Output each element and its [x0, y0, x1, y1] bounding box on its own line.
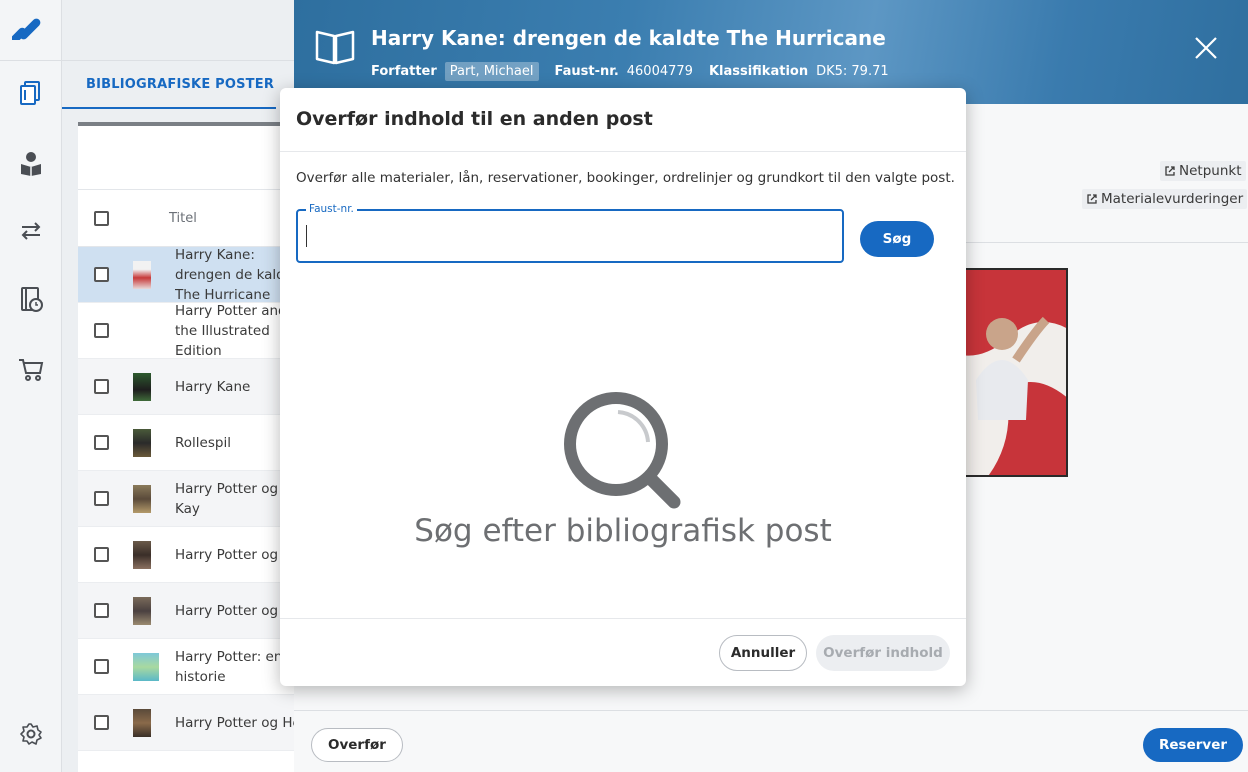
dialog-title: Overfør indhold til en anden post: [296, 108, 653, 130]
search-button[interactable]: Søg: [860, 221, 934, 257]
faust-number-field[interactable]: Faust-nr.: [296, 203, 844, 263]
faust-field-label: Faust-nr.: [306, 203, 357, 215]
cancel-button[interactable]: Annuller: [719, 635, 807, 671]
dialog-footer-divider: [280, 618, 966, 619]
dialog-divider: [280, 151, 966, 152]
search-icon: [564, 392, 681, 509]
transfer-content-button[interactable]: Overfør indhold: [816, 635, 950, 671]
faust-number-input[interactable]: [306, 225, 826, 247]
dialog-description: Overfør alle materialer, lån, reservatio…: [296, 170, 955, 186]
empty-state-text: Søg efter bibliografisk post: [414, 513, 832, 549]
transfer-content-dialog: Overfør indhold til en anden post Overfø…: [280, 88, 966, 686]
